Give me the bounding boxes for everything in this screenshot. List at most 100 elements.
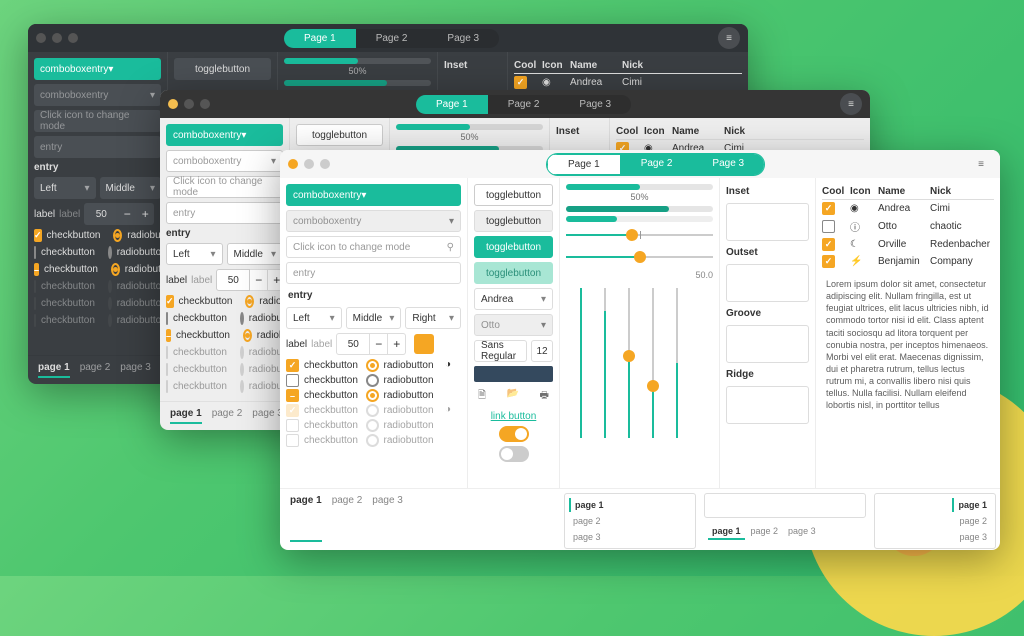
menu-icon[interactable]: ≡: [970, 153, 992, 175]
spin-down[interactable]: −: [118, 203, 136, 225]
menu-icon[interactable]: ≡: [840, 93, 862, 115]
seg-left[interactable]: Left▾: [166, 243, 223, 265]
vslider-1[interactable]: [574, 288, 588, 438]
spin-value[interactable]: 50: [216, 269, 250, 291]
table-row[interactable]: ✓◉ AndreaCimi: [514, 74, 742, 91]
seg-middle[interactable]: Middle▾: [100, 177, 162, 199]
radio-off[interactable]: [108, 246, 112, 259]
toggle-4[interactable]: togglebutton: [474, 262, 553, 284]
menu-icon[interactable]: ≡: [718, 27, 740, 49]
window-max-icon[interactable]: [320, 159, 330, 169]
checkbox-off[interactable]: [34, 246, 36, 259]
radio-on2[interactable]: [243, 329, 252, 342]
col-cool[interactable]: Cool: [514, 60, 542, 71]
radio-off[interactable]: [240, 312, 244, 325]
mode-entry[interactable]: Click icon to change mode: [34, 110, 161, 132]
combobox-entry[interactable]: comboboxentry▾: [286, 184, 461, 206]
link-button[interactable]: link button: [474, 411, 553, 422]
vslider-3[interactable]: [622, 288, 636, 438]
tab-page3[interactable]: Page 3: [427, 29, 499, 48]
tab-page2[interactable]: Page 2: [621, 154, 693, 175]
spin-value[interactable]: 50: [84, 203, 118, 225]
col-nick[interactable]: Nick: [622, 60, 682, 71]
radio-mixed[interactable]: [366, 389, 379, 402]
color-button[interactable]: [474, 366, 553, 382]
col-name[interactable]: Name: [570, 60, 622, 71]
nbtab-r3[interactable]: page 3: [955, 530, 991, 544]
toggle-button[interactable]: togglebutton: [296, 124, 383, 146]
radio-on[interactable]: [245, 295, 254, 308]
gear-icon[interactable]: ◑: [445, 359, 461, 372]
btab-3[interactable]: page 3: [372, 495, 403, 542]
slider-h2[interactable]: [566, 248, 713, 266]
nbtab-r1[interactable]: page 1: [952, 498, 991, 512]
toggle-button[interactable]: togglebutton: [174, 58, 271, 80]
table-row[interactable]: ✓⚡BenjaminCompany: [822, 253, 994, 270]
combobox-entry[interactable]: comboboxentry▾: [34, 58, 161, 80]
nbtab-b1[interactable]: page 1: [708, 524, 745, 540]
window-max-icon[interactable]: [200, 99, 210, 109]
checkbox-mixed[interactable]: –: [166, 329, 171, 342]
window-min-icon[interactable]: [304, 159, 314, 169]
nbtab-b2[interactable]: page 2: [747, 524, 783, 540]
spin-up[interactable]: +: [388, 333, 406, 355]
entry-placeholder[interactable]: entry: [286, 262, 461, 284]
radio-off[interactable]: [366, 374, 379, 387]
mode-icon[interactable]: ⚲: [447, 242, 454, 253]
col-name[interactable]: Name: [878, 186, 930, 197]
seg-middle[interactable]: Middle▾: [227, 243, 284, 265]
document-icon[interactable]: 🗎: [478, 388, 486, 405]
radio-on[interactable]: [366, 359, 379, 372]
toggle-2[interactable]: togglebutton: [474, 210, 553, 232]
checkbox-mixed[interactable]: –: [34, 263, 39, 276]
tab-page3[interactable]: Page 3: [559, 95, 631, 114]
col-nick[interactable]: Nick: [930, 186, 990, 197]
radio-on[interactable]: [113, 229, 122, 242]
drop-otto[interactable]: Otto▾: [474, 314, 553, 336]
combobox[interactable]: comboboxentry▾: [34, 84, 161, 106]
table-row[interactable]: ✓☾OrvilleRedenbacher: [822, 236, 994, 253]
window-close-icon[interactable]: [288, 159, 298, 169]
open-icon[interactable]: 📂: [507, 388, 519, 405]
btab-2[interactable]: page 2: [332, 495, 363, 542]
combobox-entry[interactable]: comboboxentry▾: [166, 124, 283, 146]
seg-middle[interactable]: Middle▾: [346, 307, 402, 329]
window-min-icon[interactable]: [184, 99, 194, 109]
combobox[interactable]: comboboxentry▾: [286, 210, 461, 232]
entry[interactable]: entry: [166, 202, 283, 224]
col-icon[interactable]: Icon: [850, 186, 878, 197]
nbtab-3[interactable]: page 3: [569, 530, 691, 544]
btab-1[interactable]: page 1: [38, 362, 70, 378]
spin-down[interactable]: −: [250, 269, 268, 291]
switch-off[interactable]: [499, 446, 529, 462]
btab-1[interactable]: page 1: [170, 408, 202, 424]
window-close-icon[interactable]: [36, 33, 46, 43]
nbtab-1[interactable]: page 1: [569, 498, 691, 512]
btab-2[interactable]: page 2: [80, 362, 111, 378]
checkbox-mixed[interactable]: –: [286, 389, 299, 402]
vslider-4[interactable]: [646, 288, 660, 438]
nbtab-2[interactable]: page 2: [569, 514, 691, 528]
vslider-2[interactable]: [598, 288, 612, 438]
font-size[interactable]: 12: [531, 340, 553, 362]
font-name[interactable]: Sans Regular: [474, 340, 527, 362]
spin-down[interactable]: −: [370, 333, 388, 355]
window-max-icon[interactable]: [68, 33, 78, 43]
checkbox-off[interactable]: [166, 312, 168, 325]
nbtab-b3[interactable]: page 3: [784, 524, 820, 540]
seg-left[interactable]: Left▾: [286, 307, 342, 329]
tab-page2[interactable]: Page 2: [488, 95, 560, 114]
tab-page3[interactable]: Page 3: [692, 154, 764, 175]
table-row[interactable]: ⓘOttochaotic: [822, 217, 994, 236]
vslider-5[interactable]: [670, 288, 684, 438]
checkbox-on[interactable]: ✓: [166, 295, 174, 308]
window-close-icon[interactable]: [168, 99, 178, 109]
drop-andrea[interactable]: Andrea▾: [474, 288, 553, 310]
toggle-1[interactable]: togglebutton: [474, 184, 553, 206]
tab-page2[interactable]: Page 2: [356, 29, 428, 48]
window-min-icon[interactable]: [52, 33, 62, 43]
color-swatch[interactable]: [414, 334, 434, 354]
combobox[interactable]: comboboxentry▾: [166, 150, 283, 172]
spin-up[interactable]: +: [136, 203, 154, 225]
checkbox-on[interactable]: ✓: [286, 359, 299, 372]
